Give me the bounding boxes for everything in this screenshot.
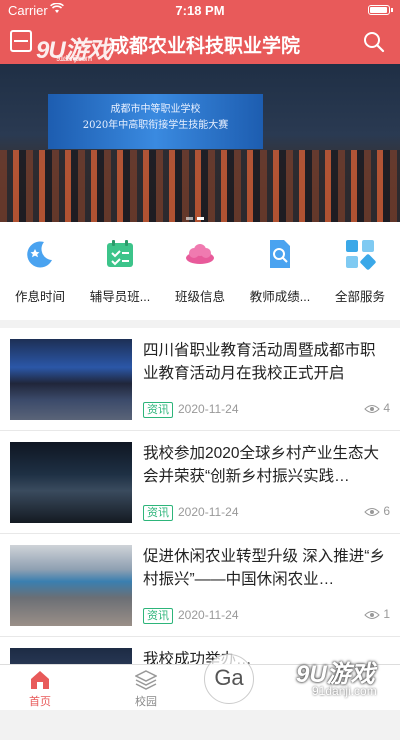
quick-link-label: 班级信息 [174,290,225,304]
watermark-badge: Ga [204,654,254,704]
news-item[interactable]: 促进休闲农业转型升级 深入推进“乡村振兴”——中国休闲农业… 资讯 2020-1… [0,534,400,637]
banner-screen-line2: 2020年中高职衔接学生技能大赛 [82,120,229,131]
eye-icon [364,404,381,413]
quick-link-label: 教师成绩... [249,290,311,304]
news-item[interactable]: 四川省职业教育活动周暨成都市职业教育活动月在我校正式开启 资讯 2020-11-… [0,328,400,431]
quick-link-label: 作息时间 [14,290,65,304]
news-date: 2020-11-24 [178,505,239,519]
news-list: 四川省职业教育活动周暨成都市职业教育活动月在我校正式开启 资讯 2020-11-… [0,328,400,675]
tab-campus[interactable]: 校园 [106,665,186,711]
carousel-dot[interactable] [186,217,193,220]
home-icon [31,671,49,689]
news-title: 四川省职业教育活动周暨成都市职业教育活动月在我校正式开启 [143,342,376,382]
logo-subtext: 91danji.com [56,54,92,63]
news-title: 我校参加2020全球乡村产业生态大会并荣获“创新乡村振兴实践… [143,445,379,485]
eye-icon [364,610,381,619]
document-search-icon [270,240,290,268]
news-tag: 资讯 [143,402,173,418]
app-header: Carrier 7:18 PM 9U游戏 91danji.com 成都农业科技职… [0,0,400,64]
site-logo: 9U游戏 91danji.com [36,30,112,65]
layers-icon [135,670,157,690]
quick-link-all-services[interactable]: 全部服务 [320,222,400,320]
watermark: Ga 9U游戏 91danji.com [204,648,392,706]
search-icon [364,32,385,53]
news-item[interactable]: 我校参加2020全球乡村产业生态大会并荣获“创新乡村振兴实践… 资讯 2020-… [0,431,400,534]
moon-star-icon [27,241,52,268]
cloud-icon [186,244,214,264]
news-title: 促进休闲农业转型升级 深入推进“乡村振兴”——中国休闲农业… [143,548,385,588]
carousel-indicator [186,207,208,222]
clock: 7:18 PM [175,3,225,18]
tab-label: 校园 [135,696,157,708]
carousel-dot-active[interactable] [197,217,204,220]
news-thumbnail [10,442,132,523]
tab-home[interactable]: 首页 [0,665,80,711]
battery-icon [368,5,393,15]
banner-stage-screen: 成都市中等职业学校 2020年中高职衔接学生技能大赛 [48,94,263,149]
eye-icon [364,507,381,516]
watermark-url: 91danji.com [312,684,377,698]
news-date: 2020-11-24 [178,402,239,416]
nav-bar: 9U游戏 91danji.com 成都农业科技职业学院 [0,22,400,65]
banner-screen-line1: 成都市中等职业学校 [110,104,201,115]
quick-link-label: 辅导员班... [89,290,151,304]
quick-links: 作息时间 辅导员班... 班级信息 教师成绩... 全部服务 [0,222,400,320]
news-view-count: 1 [383,607,390,621]
quick-link-label: 全部服务 [334,290,385,304]
scan-icon [14,40,28,42]
news-date: 2020-11-24 [178,608,239,622]
grid-icon [346,240,376,270]
quick-link-counselor[interactable]: 辅导员班... [80,222,160,320]
news-tag: 资讯 [143,608,173,624]
status-bar: Carrier 7:18 PM [0,0,400,20]
quick-link-schedule[interactable]: 作息时间 [0,222,80,320]
tab-label: 首页 [29,696,51,708]
quick-link-teacher-grades[interactable]: 教师成绩... [240,222,320,320]
banner-carousel[interactable]: 成都市中等职业学校 2020年中高职衔接学生技能大赛 [0,64,400,222]
news-views: 4 [364,401,390,415]
news-views: 6 [364,504,390,518]
search-button[interactable] [362,30,386,54]
news-tag: 资讯 [143,505,173,521]
news-thumbnail [10,339,132,420]
quick-link-class-info[interactable]: 班级信息 [160,222,240,320]
news-view-count: 4 [383,401,390,415]
news-views: 1 [364,607,390,621]
page-title: 成都农业科技职业学院 [110,36,301,57]
calendar-check-icon [107,240,133,267]
news-view-count: 6 [383,504,390,518]
scan-button[interactable] [10,30,32,52]
news-thumbnail [10,545,132,626]
